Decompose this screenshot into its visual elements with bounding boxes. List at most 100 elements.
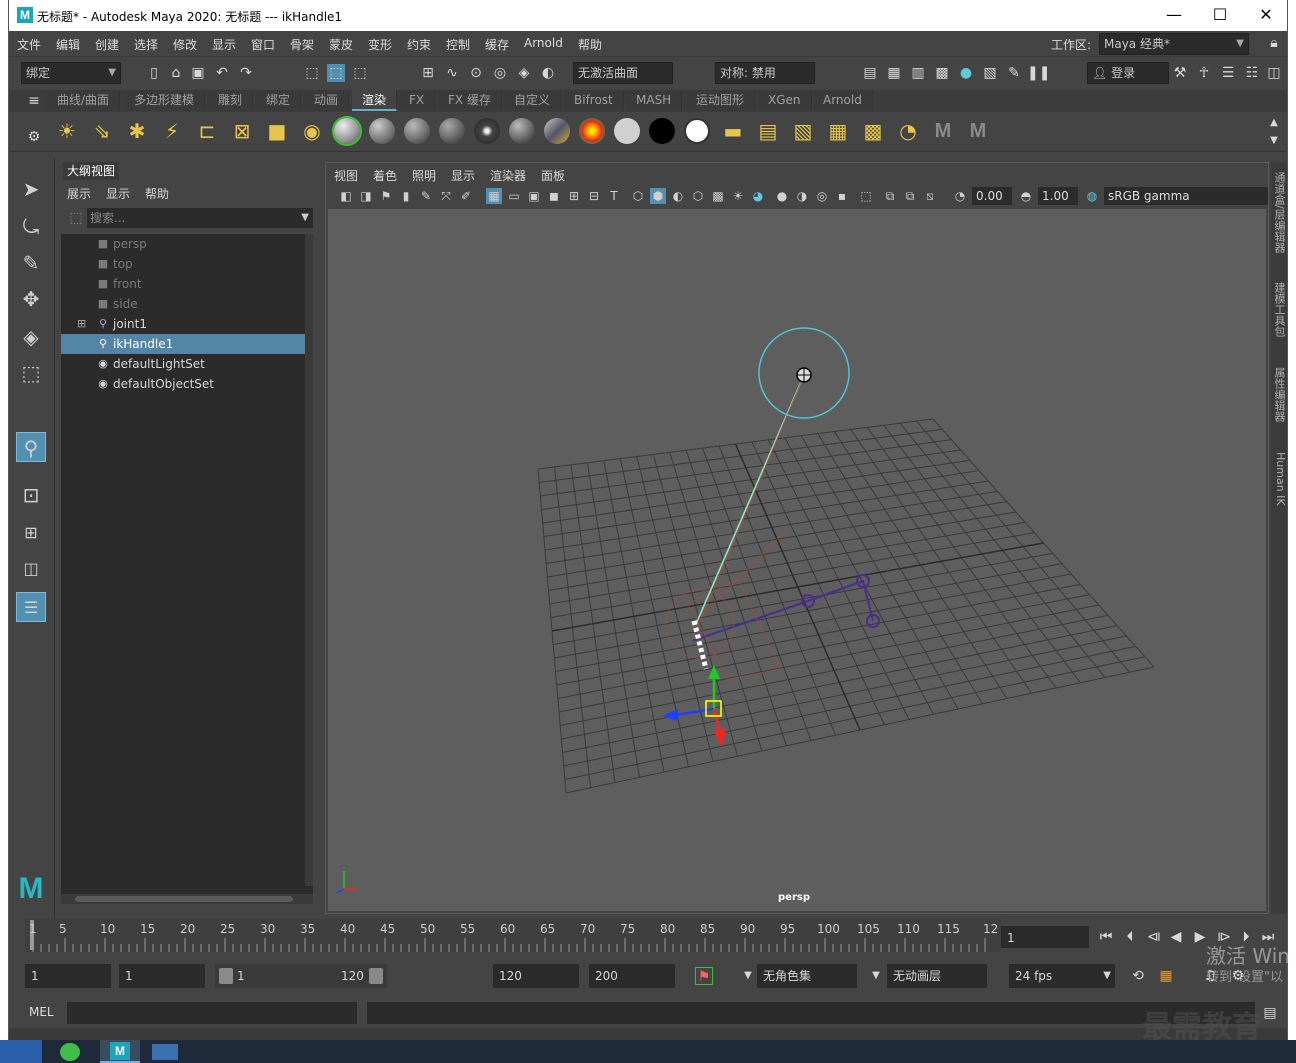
chevron-down-icon[interactable]: ▼ xyxy=(867,967,885,985)
camera-attributes-icon[interactable]: ◨ xyxy=(358,188,374,204)
four-view-layout-icon[interactable]: ⊞ xyxy=(16,518,46,548)
shelf-tab-rigging[interactable]: 绑定 xyxy=(256,90,302,111)
shelf-tab-polygons[interactable]: 多边形建模 xyxy=(124,90,206,111)
auto-key-icon[interactable]: ⚑ xyxy=(695,967,713,985)
loop-icon[interactable]: ⟲ xyxy=(1129,967,1147,985)
outliner-menu-display[interactable]: 显示 xyxy=(106,185,130,202)
tab-human-ik[interactable]: Human IK xyxy=(1273,452,1287,506)
list-item[interactable]: ■ top xyxy=(61,254,307,274)
make-live-icon[interactable]: ◐ xyxy=(539,64,557,82)
modeling-toolkit-icon[interactable]: ⚒ xyxy=(1171,64,1189,82)
scrollbar-thumb[interactable] xyxy=(75,896,293,902)
current-frame-field[interactable]: 1 xyxy=(1001,926,1089,948)
playback-start-field[interactable]: 1 xyxy=(119,964,205,988)
snap-curve-icon[interactable]: ∿ xyxy=(443,64,461,82)
new-scene-icon[interactable]: ▯ xyxy=(145,64,163,82)
viewport-menu-lighting[interactable]: 照明 xyxy=(412,167,436,184)
script-editor-icon[interactable]: ▤ xyxy=(1261,1004,1279,1022)
wireframe-icon[interactable]: ⬡ xyxy=(630,188,646,204)
outliner-horizontal-scrollbar[interactable] xyxy=(61,894,313,904)
xray-joints-icon[interactable]: ⧅ xyxy=(922,188,938,204)
maya-taskbar-button[interactable]: M xyxy=(100,1040,140,1063)
outliner-layout-icon[interactable]: ☰ xyxy=(16,592,46,622)
area-light-icon[interactable]: ⊏ xyxy=(193,117,221,145)
smooth-shade-icon[interactable]: ⬢ xyxy=(650,188,666,204)
render-view-icon[interactable]: ▤ xyxy=(861,64,879,82)
open-scene-icon[interactable]: ⌂ xyxy=(167,64,185,82)
motion-blur-icon[interactable]: ◑ xyxy=(794,188,810,204)
menu-display[interactable]: 显示 xyxy=(212,36,236,53)
chevron-down-icon[interactable]: ▼ xyxy=(739,967,757,985)
shelf-tab-sculpt[interactable]: 雕刻 xyxy=(208,90,254,111)
gate-mask-icon[interactable]: ◼ xyxy=(546,188,562,204)
menu-select[interactable]: 选择 xyxy=(134,36,158,53)
range-slider[interactable]: 1 120 xyxy=(215,964,387,988)
ik-handle-tool-icon[interactable]: ⚲ xyxy=(16,432,46,462)
menu-arnold[interactable]: Arnold xyxy=(524,36,563,50)
color-space-dropdown[interactable]: sRGB gamma xyxy=(1104,187,1268,205)
render-settings-icon[interactable]: ▩ xyxy=(933,64,951,82)
render-frame-icon[interactable]: ▦ xyxy=(885,64,903,82)
anim-layer-dropdown[interactable]: 无动画层 xyxy=(887,964,987,988)
redo-icon[interactable]: ↷ xyxy=(237,64,255,82)
expand-icon[interactable]: ⊞ xyxy=(77,314,86,334)
blinn-sphere-icon[interactable] xyxy=(332,116,362,146)
color-management-icon[interactable]: ◍ xyxy=(1084,188,1100,204)
shelf-menu-icon[interactable]: ≡ xyxy=(25,92,43,110)
shelf-tab-motion-graphics[interactable]: 运动图形 xyxy=(686,90,756,111)
live-surface-field[interactable]: 无激活曲面 xyxy=(573,62,673,84)
character-set-dropdown[interactable]: 无角色集 xyxy=(757,964,857,988)
exposure-field[interactable]: 0.00 xyxy=(972,187,1012,205)
exposure-icon[interactable]: ◔ xyxy=(952,188,968,204)
phonge-sphere-icon[interactable] xyxy=(439,118,465,144)
image-plane-icon[interactable]: ▮ xyxy=(398,188,414,204)
channel-box-icon[interactable]: ◫ xyxy=(1265,64,1283,82)
render-setup-icon[interactable]: ▧ xyxy=(981,64,999,82)
outliner-search-input[interactable]: 搜索... ▼ xyxy=(87,208,313,228)
close-button[interactable]: ✕ xyxy=(1243,0,1287,31)
tab-channel-box[interactable]: 通道盒/层编辑器 xyxy=(1273,172,1287,253)
menu-modify[interactable]: 修改 xyxy=(173,36,197,53)
scene-view[interactable] xyxy=(328,209,1266,911)
select-camera-icon[interactable]: ◧ xyxy=(338,188,354,204)
workspace-dropdown[interactable]: Maya 经典* ▼ xyxy=(1099,33,1249,55)
list-item-selected[interactable]: ⚲ ikHandle1 xyxy=(61,334,307,354)
joint-chain[interactable] xyxy=(691,574,880,642)
shelf-tab-mash[interactable]: MASH xyxy=(626,90,683,111)
maximize-button[interactable]: ☐ xyxy=(1197,0,1243,31)
point-light-icon[interactable]: ✱ xyxy=(123,117,151,145)
menuset-dropdown[interactable]: 绑定 ▼ xyxy=(21,62,121,84)
tab-modeling-toolkit[interactable]: 建模工具包 xyxy=(1273,282,1287,337)
attribute-editor-icon[interactable]: ☰ xyxy=(1219,64,1237,82)
menu-help[interactable]: 帮助 xyxy=(578,36,602,53)
select-tool-icon[interactable]: ➤ xyxy=(16,174,46,204)
viewport-menu-view[interactable]: 视图 xyxy=(334,167,358,184)
menu-control[interactable]: 控制 xyxy=(446,36,470,53)
grid-icon[interactable]: ▦ xyxy=(486,188,502,204)
scale-tool-icon[interactable]: ⬚ xyxy=(16,358,46,388)
list-item[interactable]: ◉ defaultLightSet xyxy=(61,354,307,374)
pause-icon[interactable]: ❚❚ xyxy=(1027,64,1050,82)
menu-edit[interactable]: 编辑 xyxy=(56,36,80,53)
move-manipulator[interactable] xyxy=(662,665,726,747)
film-gate-icon[interactable]: ▭ xyxy=(506,188,522,204)
single-layout-icon[interactable]: ⊡ xyxy=(16,480,46,510)
list-item[interactable]: ◉ defaultObjectSet xyxy=(61,374,307,394)
gear-icon[interactable]: ⚙ xyxy=(25,128,43,146)
bookmark-icon[interactable]: ⚑ xyxy=(378,188,394,204)
menu-create[interactable]: 创建 xyxy=(95,36,119,53)
save-scene-icon[interactable]: ▣ xyxy=(189,64,207,82)
shelf-tab-rendering[interactable]: 渲染 xyxy=(352,90,398,111)
play-backwards-icon[interactable]: ◀ xyxy=(1167,928,1185,946)
render-sequence-icon[interactable]: ▬ xyxy=(719,117,747,145)
range-end-handle[interactable] xyxy=(369,968,383,984)
rotate-tool-icon[interactable]: ◈ xyxy=(16,322,46,352)
search-button[interactable] xyxy=(0,1040,42,1063)
shelf-scroll-up-icon[interactable]: ▲ xyxy=(1265,114,1283,132)
menu-constrain[interactable]: 约束 xyxy=(407,36,431,53)
viewport-canvas[interactable]: persp xyxy=(328,209,1266,911)
viewport-menu-show[interactable]: 显示 xyxy=(451,167,475,184)
shelf-tab-animation[interactable]: 动画 xyxy=(304,90,350,111)
menu-cache[interactable]: 缓存 xyxy=(485,36,509,53)
viewport-menu-shading[interactable]: 着色 xyxy=(373,167,397,184)
